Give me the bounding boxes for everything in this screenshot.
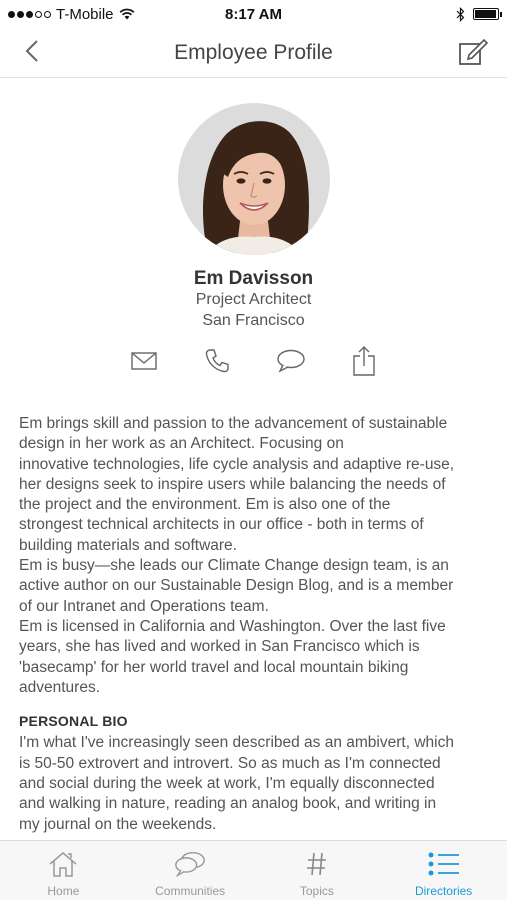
page-title: Employee Profile	[174, 40, 333, 64]
contact-actions	[0, 345, 507, 377]
tab-home[interactable]: Home	[0, 841, 127, 900]
profile-content: Em brings skill and passion to the advan…	[19, 414, 494, 835]
employee-name: Em Davisson	[193, 268, 314, 289]
tab-bar: Home Communities Topics Directories	[0, 840, 507, 900]
tab-label: Directories	[414, 884, 473, 898]
tab-label: Communities	[155, 884, 226, 898]
signal-strength-icon	[8, 10, 51, 18]
personal-bio-text: I'm what I've increasingly seen describe…	[19, 734, 454, 833]
status-left: T-Mobile	[8, 6, 135, 23]
bio-paragraph: Em is busy—she leads our Climate Change …	[19, 557, 454, 615]
nav-bar: Employee Profile	[0, 28, 507, 78]
tab-communities[interactable]: Communities	[127, 841, 254, 900]
list-icon	[427, 849, 461, 879]
mail-icon	[131, 352, 157, 370]
bio-paragraph: Em is licensed in California and Washing…	[19, 617, 446, 696]
status-bar: T-Mobile 8:17 AM	[0, 0, 507, 28]
chat-button[interactable]	[275, 345, 307, 377]
communities-icon	[173, 849, 207, 879]
bio-paragraph: Em brings skill and passion to the advan…	[19, 415, 455, 554]
phone-icon	[205, 349, 229, 373]
carrier-name: T-Mobile	[56, 5, 114, 23]
employee-location: San Francisco	[202, 312, 305, 329]
profile-photo	[178, 103, 330, 255]
personal-bio-heading: PERSONAL BIO	[19, 713, 128, 730]
avatar	[178, 103, 330, 255]
chat-icon	[277, 349, 305, 373]
tab-topics[interactable]: Topics	[254, 841, 381, 900]
battery-level	[475, 10, 496, 18]
tab-label: Home	[47, 884, 80, 898]
chevron-left-icon[interactable]	[18, 36, 48, 66]
wifi-icon	[119, 8, 134, 20]
home-icon	[46, 849, 80, 879]
share-icon	[353, 346, 375, 376]
bluetooth-icon	[456, 6, 465, 22]
tab-directories[interactable]: Directories	[380, 841, 507, 900]
employee-title: Project Architect	[195, 291, 312, 308]
tab-label: Topics	[299, 884, 334, 898]
edit-icon[interactable]	[457, 36, 489, 68]
hashtag-icon	[300, 849, 334, 879]
email-button[interactable]	[128, 345, 160, 377]
status-right	[456, 6, 502, 22]
call-button[interactable]	[201, 345, 233, 377]
battery-icon	[473, 8, 502, 20]
share-button[interactable]	[348, 345, 380, 377]
